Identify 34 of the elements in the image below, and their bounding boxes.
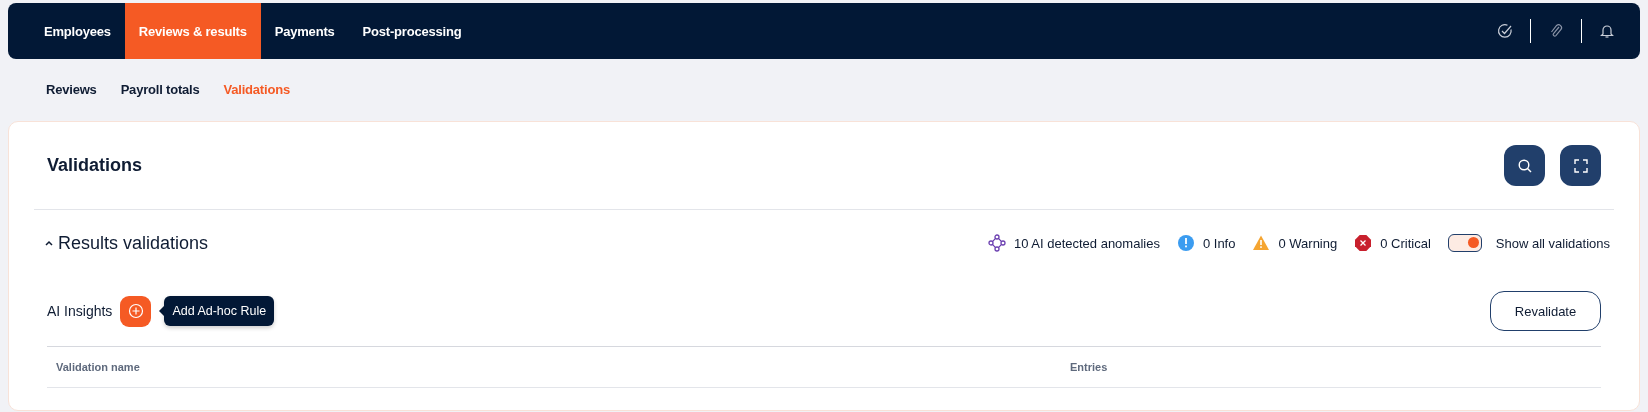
notifications-button[interactable] bbox=[1598, 22, 1616, 40]
section-toggle[interactable]: Results validations bbox=[44, 232, 209, 254]
bell-icon bbox=[1599, 23, 1615, 39]
tooltip: Add Ad-hoc Rule bbox=[164, 296, 275, 326]
sub-tab[interactable]: Reviews bbox=[46, 79, 97, 99]
summary-count: 0 Critical bbox=[1380, 235, 1431, 251]
plus-circle-icon bbox=[127, 303, 144, 319]
toggle-switch[interactable] bbox=[1447, 234, 1482, 252]
toggle-label: Show all validations bbox=[1495, 235, 1610, 251]
fullscreen-button[interactable] bbox=[1560, 145, 1601, 186]
column-header: Validation name bbox=[55, 361, 141, 373]
section-subtitle: AI Insights bbox=[47, 303, 113, 319]
summary-count: 10 AI detected anomalies bbox=[1013, 235, 1160, 251]
network-icon bbox=[987, 234, 1006, 252]
warning-icon bbox=[1252, 234, 1271, 252]
summary-count: 0 Info bbox=[1202, 235, 1236, 251]
summary-count: 0 Warning bbox=[1278, 235, 1338, 251]
nav-tab[interactable]: Employees bbox=[30, 3, 125, 59]
page-title: Validations bbox=[47, 155, 143, 176]
search-button[interactable] bbox=[1504, 145, 1545, 186]
nav-tab[interactable]: Payments bbox=[260, 3, 349, 59]
paperclip-icon bbox=[1548, 23, 1564, 39]
info-icon bbox=[1176, 234, 1195, 252]
task-check-icon[interactable] bbox=[1496, 22, 1514, 40]
fullscreen-icon bbox=[1572, 157, 1589, 174]
chevron-up-icon bbox=[44, 239, 54, 247]
add-rule-button[interactable] bbox=[120, 295, 152, 327]
nav-tab[interactable]: Post-processing bbox=[348, 3, 476, 59]
sub-tab[interactable]: Payroll totals bbox=[120, 79, 200, 99]
column-header: Entries bbox=[1069, 361, 1109, 373]
search-icon bbox=[1516, 157, 1533, 174]
check-circle-icon bbox=[1497, 23, 1513, 39]
error-icon bbox=[1354, 234, 1373, 252]
revalidate-button[interactable]: Revalidate bbox=[1490, 291, 1601, 331]
